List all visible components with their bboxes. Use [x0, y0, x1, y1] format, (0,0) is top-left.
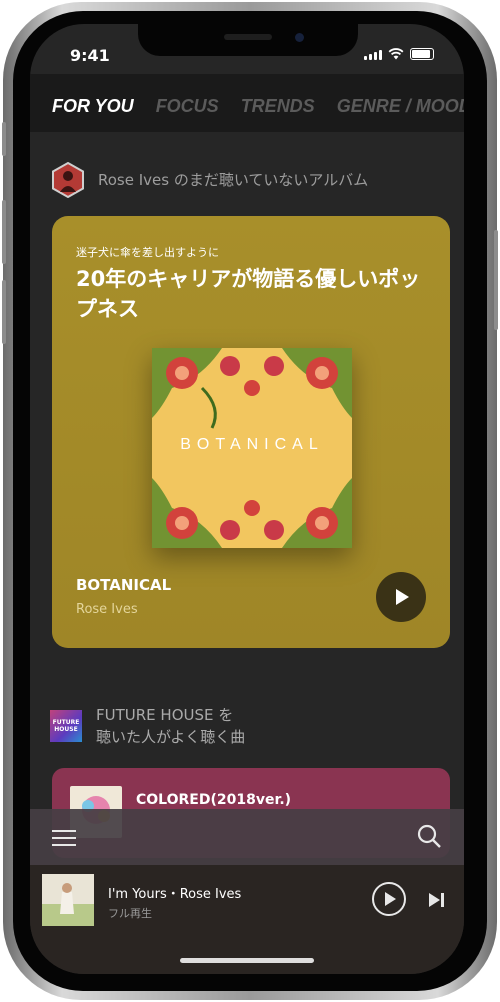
bottom-toolbar: [30, 809, 464, 865]
search-icon[interactable]: [416, 823, 442, 849]
now-playing-artwork: [42, 874, 94, 926]
section-title-line1: FUTURE HOUSE を: [96, 706, 234, 724]
home-indicator[interactable]: [180, 958, 314, 963]
genre-thumbnail[interactable]: FUTURE HOUSE: [50, 710, 82, 742]
mini-play-button[interactable]: [372, 882, 406, 916]
section-header-similar: FUTURE HOUSE FUTURE HOUSE を 聴いた人がよく聴く曲: [50, 704, 245, 748]
wifi-icon: [388, 48, 404, 60]
play-icon: [385, 892, 396, 906]
signal-icon: [364, 50, 382, 60]
flower-corner-tl: [152, 348, 240, 429]
section-header-artist: Rose Ives のまだ聴いていないアルバム: [50, 161, 369, 199]
front-camera: [295, 33, 304, 42]
battery-icon: [410, 48, 434, 60]
card-kicker: 迷子犬に傘を差し出すように: [76, 246, 219, 259]
genre-thumb-text: FUTURE HOUSE: [52, 719, 80, 733]
album-title: BOTANICAL: [76, 576, 172, 594]
tab-for-you[interactable]: FOR YOU: [52, 96, 134, 117]
section-title: Rose Ives のまだ聴いていないアルバム: [98, 171, 369, 189]
play-button[interactable]: [376, 572, 426, 622]
notch: [138, 24, 358, 56]
speaker-grille: [224, 34, 272, 40]
side-button: [494, 230, 498, 330]
card-headline: 20年のキャリアが物語る優しいポップネス: [76, 267, 421, 321]
track-title: COLORED(2018ver.): [136, 792, 292, 808]
next-icon[interactable]: [426, 889, 448, 911]
tab-genre-mood[interactable]: GENRE / MOOD: [337, 96, 464, 117]
app-screen: 9:41 FOR YOU FOCUS TRENDS GENRE / MOOD R…: [30, 24, 464, 974]
album-artist: Rose Ives: [76, 602, 138, 617]
status-time: 9:41: [70, 46, 110, 65]
featured-album-card[interactable]: 迷子犬に傘を差し出すように 20年のキャリアが物語る優しいポップネス BOTAN…: [52, 216, 450, 648]
tab-list: FOR YOU FOCUS TRENDS GENRE / MOOD: [52, 96, 464, 117]
tab-focus[interactable]: FOCUS: [156, 96, 219, 117]
play-icon: [396, 589, 409, 605]
top-tab-bar: FOR YOU FOCUS TRENDS GENRE / MOOD: [30, 74, 464, 132]
tab-trends[interactable]: TRENDS: [241, 96, 315, 117]
artist-avatar[interactable]: [50, 161, 86, 199]
mute-switch: [2, 122, 6, 156]
album-cover[interactable]: BOTANICAL: [152, 348, 352, 548]
volume-up-button: [2, 200, 6, 264]
album-art-text: BOTANICAL: [180, 436, 324, 453]
menu-icon[interactable]: [52, 830, 76, 846]
section-title-line2: 聴いた人がよく聴く曲: [96, 728, 246, 746]
now-playing-subtitle: フル再生: [108, 907, 152, 920]
volume-down-button: [2, 280, 6, 344]
now-playing-title: I'm Yours・Rose Ives: [108, 887, 242, 902]
status-icons: [364, 48, 434, 60]
